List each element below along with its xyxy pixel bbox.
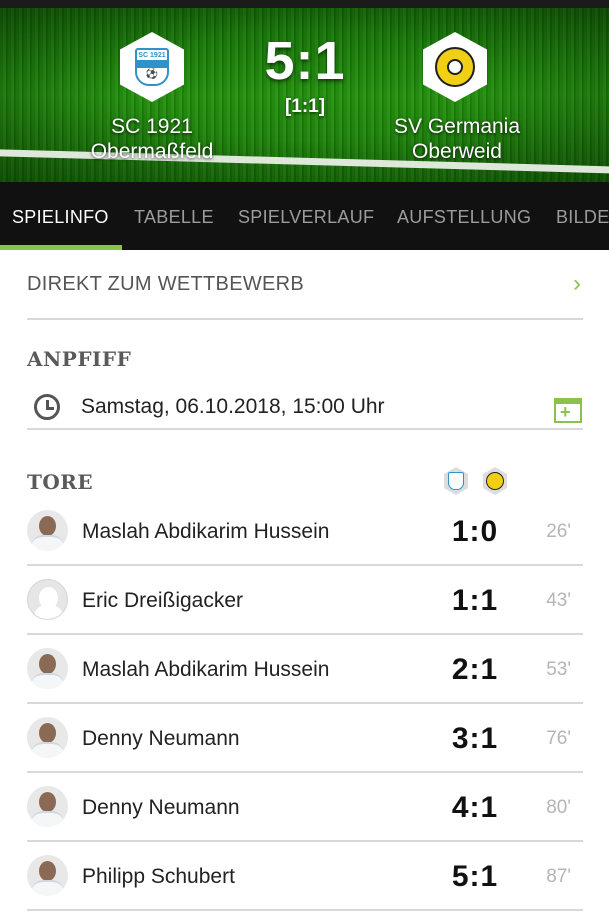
home-crest-band [137, 60, 167, 68]
goal-minute: 43' [546, 590, 571, 611]
goal-scorer: Maslah Abdikarim Hussein [82, 658, 330, 681]
tab-bar: SPIELINFO TABELLE SPIELVERLAUF AUFSTELLU… [0, 182, 609, 250]
final-score: 5:1 [264, 31, 346, 91]
home-crest-text: SC 1921 [138, 52, 166, 59]
player-avatar-placeholder [27, 579, 68, 620]
chevron-right-icon: › [573, 270, 581, 297]
goal-scorer: Eric Dreißigacker [82, 589, 244, 612]
goal-scorer: Philipp Schubert [82, 865, 235, 888]
goal-score: 2:1 [451, 653, 499, 686]
goal-scorer: Denny Neumann [82, 727, 240, 750]
goal-scorer: Maslah Abdikarim Hussein [82, 520, 330, 543]
goal-minute: 80' [546, 797, 571, 818]
clock-icon [34, 394, 60, 420]
goal-score: 1:0 [451, 515, 499, 548]
goal-minute: 87' [546, 866, 571, 887]
competition-link-label: DIREKT ZUM WETTBEWERB [27, 272, 305, 295]
competition-link[interactable]: DIREKT ZUM WETTBEWERB › [27, 250, 583, 320]
tab-spielverlauf[interactable]: SPIELVERLAUF [238, 182, 374, 250]
away-team-mini-crest [483, 467, 507, 495]
goal-scorer: Denny Neumann [82, 796, 240, 819]
goal-score: 3:1 [451, 722, 499, 755]
player-avatar [27, 717, 68, 758]
tab-aufstellung[interactable]: AUFSTELLUNG [397, 182, 531, 250]
goal-score: 5:1 [451, 860, 499, 893]
goal-minute: 76' [546, 728, 571, 749]
halftime-score: [1:1] [284, 96, 326, 117]
ball-icon [447, 59, 463, 75]
player-avatar [27, 786, 68, 827]
goal-minute: 53' [546, 659, 571, 680]
away-crest-badge [435, 47, 475, 87]
away-team-name-line2: Oberweid [412, 140, 502, 163]
goal-row[interactable]: Maslah Abdikarim Hussein 1:0 26' [27, 497, 583, 566]
home-team-mini-crest [444, 467, 468, 495]
home-crest-emblem: ⚽ [145, 69, 159, 80]
away-team-name-line1: SV Germania [393, 115, 521, 138]
tab-tabelle[interactable]: TABELLE [134, 182, 214, 250]
home-team-name[interactable]: SC 1921 Obermaßfeld [52, 114, 252, 164]
kickoff-row: Samstag, 06.10.2018, 15:00 Uhr + [27, 386, 583, 430]
tab-spielinfo[interactable]: SPIELINFO [12, 182, 109, 250]
goal-row[interactable]: Denny Neumann 3:1 76' [27, 704, 583, 773]
goal-score: 4:1 [451, 791, 499, 824]
goal-row[interactable]: Maslah Abdikarim Hussein 2:1 53' [27, 635, 583, 704]
home-team-name-line2: Obermaßfeld [90, 140, 214, 163]
calendar-add-icon[interactable]: + [554, 398, 582, 423]
status-bar [0, 0, 609, 8]
player-avatar [27, 510, 68, 551]
tab-bilder[interactable]: BILDE [556, 182, 609, 250]
home-crest-shield: SC 1921 ⚽ [135, 48, 169, 86]
player-avatar [27, 648, 68, 689]
goal-row[interactable]: Philipp Schubert 5:1 87' [27, 842, 583, 911]
goal-minute: 26' [546, 521, 571, 542]
kickoff-datetime: Samstag, 06.10.2018, 15:00 Uhr [81, 395, 385, 418]
player-avatar [27, 855, 68, 896]
away-team-name[interactable]: SV Germania Oberweid [357, 114, 557, 164]
goal-score: 1:1 [451, 584, 499, 617]
kickoff-heading: ANPFIFF [27, 347, 132, 371]
goals-heading: TORE [27, 470, 94, 494]
goal-row[interactable]: Eric Dreißigacker 1:1 43' [27, 566, 583, 635]
home-team-name-line1: SC 1921 [111, 115, 193, 138]
goal-row[interactable]: Denny Neumann 4:1 80' [27, 773, 583, 842]
